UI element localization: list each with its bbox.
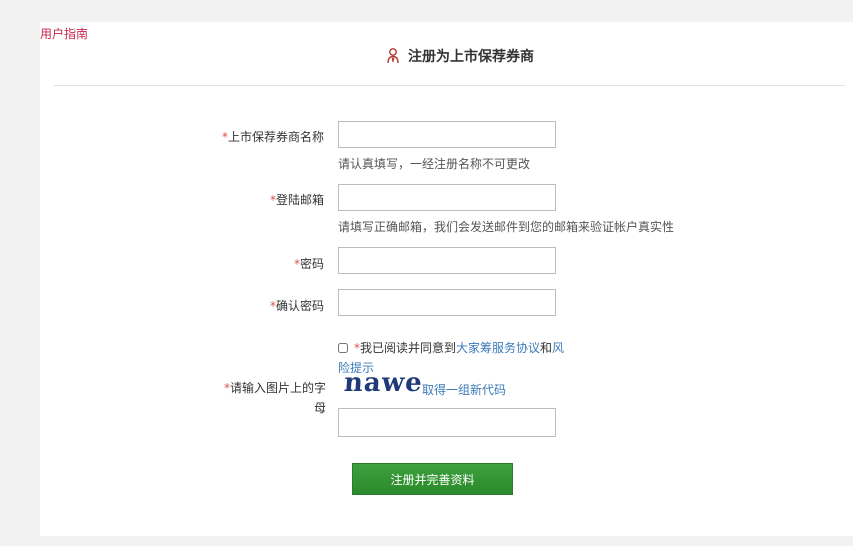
user-guide-link[interactable]: 用户指南 xyxy=(40,25,88,42)
captcha-input[interactable] xyxy=(338,408,556,437)
email-input[interactable] xyxy=(338,184,556,211)
email-label: *登陆邮箱 xyxy=(270,191,324,208)
user-tie-icon xyxy=(387,48,399,64)
broker-name-input[interactable] xyxy=(338,121,556,148)
agreement-text: 我已阅读并同意到 xyxy=(360,341,457,355)
page-title-text: 注册为上市保荐券商 xyxy=(408,49,534,65)
email-label-text: 登陆邮箱 xyxy=(275,193,324,207)
service-agreement-link[interactable]: 大家筹服务协议 xyxy=(456,341,540,355)
register-panel: 注册为上市保荐券商 *上市保荐券商名称 请认真填写，一经注册名称不可更改 *登陆… xyxy=(40,22,853,536)
password-input[interactable] xyxy=(338,247,556,274)
captcha-label-text: 请输入图片上的字母 xyxy=(229,381,326,415)
password-label: *密码 xyxy=(294,255,324,272)
broker-name-label: *上市保荐券商名称 xyxy=(222,128,324,145)
agreement-and-text: 和 xyxy=(540,341,553,355)
confirm-password-input[interactable] xyxy=(338,289,556,316)
refresh-captcha-link[interactable]: 取得一组新代码 xyxy=(422,381,506,398)
broker-name-hint: 请认真填写，一经注册名称不可更改 xyxy=(338,157,531,171)
email-hint: 请填写正确邮箱，我们会发送邮件到您的邮箱来验证帐户真实性 xyxy=(338,220,675,234)
confirm-password-label: *确认密码 xyxy=(270,297,324,314)
register-submit-button[interactable]: 注册并完善资料 xyxy=(352,463,513,495)
password-label-text: 密码 xyxy=(299,257,324,271)
panel-header: 注册为上市保荐券商 xyxy=(54,22,845,86)
broker-name-label-text: 上市保荐券商名称 xyxy=(227,130,324,144)
captcha-label: *请输入图片上的字母 xyxy=(216,378,326,418)
page-title: 注册为上市保荐券商 xyxy=(384,46,534,66)
agreement-checkbox[interactable] xyxy=(338,343,348,353)
confirm-password-label-text: 确认密码 xyxy=(275,299,324,313)
captcha-image: nawe xyxy=(342,368,424,398)
